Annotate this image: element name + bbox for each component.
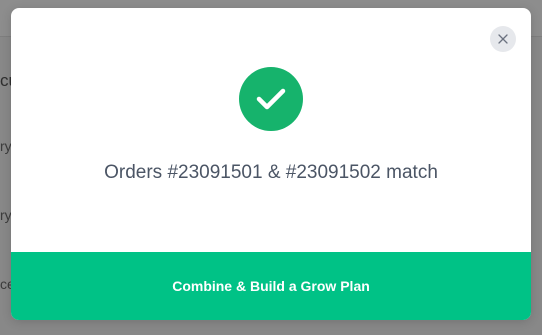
close-icon — [498, 34, 508, 44]
check-icon — [256, 88, 286, 110]
success-badge — [239, 67, 303, 131]
order-match-dialog: Orders #23091501 & #23091502 match Combi… — [11, 8, 531, 320]
match-message: Orders #23091501 & #23091502 match — [104, 162, 438, 183]
combine-grow-plan-label: Combine & Build a Grow Plan — [172, 278, 370, 294]
combine-grow-plan-button[interactable]: Combine & Build a Grow Plan — [11, 252, 531, 320]
background-text-fragment: ry — [0, 138, 12, 154]
close-button[interactable] — [490, 26, 516, 52]
background-text-fragment: ry — [0, 207, 12, 223]
